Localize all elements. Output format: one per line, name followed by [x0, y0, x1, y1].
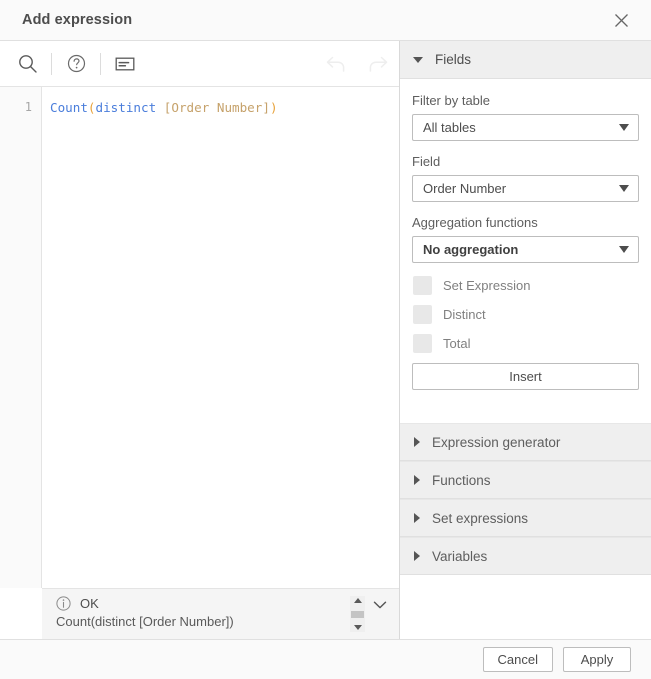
field-value: Order Number: [423, 181, 507, 196]
filter-by-table-select[interactable]: All tables: [412, 114, 639, 141]
status-label: OK: [80, 596, 99, 611]
line-number: 1: [24, 100, 32, 114]
accordion-label-fields: Fields: [435, 52, 472, 67]
checkbox-label-set-expression: Set Expression: [443, 278, 531, 293]
scroll-up-arrow-icon[interactable]: [353, 598, 362, 603]
chevron-down-icon: [619, 124, 629, 131]
status-expression: Count(distinct [Order Number]): [56, 614, 234, 629]
dialog-title: Add expression: [22, 12, 133, 28]
editor-status-bar: OK Count(distinct [Order Number]): [42, 588, 399, 639]
accordion-label-expression-generator: Expression generator: [432, 434, 561, 450]
status-scrollbar[interactable]: [350, 596, 365, 632]
token-function: Count: [50, 100, 88, 115]
aggregation-functions-label: Aggregation functions: [412, 215, 538, 230]
status-controls: [350, 596, 395, 632]
checkbox-set-expression[interactable]: [413, 276, 432, 295]
dialog-body: 1 Count(distinct [Order Number]) OK Coun…: [0, 41, 651, 639]
dialog-footer: Cancel Apply: [0, 639, 651, 679]
checkbox-row-set-expression[interactable]: Set Expression: [412, 276, 639, 295]
accordion-header-variables[interactable]: Variables: [400, 537, 651, 575]
chevron-right-icon: [414, 437, 420, 447]
accordion-label-functions: Functions: [432, 472, 491, 488]
status-row: OK: [56, 596, 350, 611]
side-panel: Fields Filter by table All tables Field …: [400, 41, 651, 639]
redo-arrow-icon[interactable]: [357, 43, 399, 85]
insert-button[interactable]: Insert: [412, 363, 639, 390]
accordion-spacer: [400, 400, 651, 423]
checkbox-label-total: Total: [443, 336, 471, 351]
code-content[interactable]: Count(distinct [Order Number]): [42, 87, 399, 588]
token-open-paren: (: [87, 100, 96, 115]
expression-editor-pane: 1 Count(distinct [Order Number]) OK Coun…: [0, 41, 400, 639]
info-circle-icon: [56, 596, 71, 611]
accordion-label-variables: Variables: [432, 548, 488, 564]
add-expression-dialog: Add expression 1 Count(distinct [Order N…: [0, 0, 651, 679]
toolbar-divider-1: [51, 52, 52, 75]
checkbox-total[interactable]: [413, 334, 432, 353]
filter-by-table-label: Filter by table: [412, 93, 491, 108]
undo-arrow-icon[interactable]: [315, 43, 357, 85]
status-content: OK Count(distinct [Order Number]): [42, 596, 350, 629]
editor-toolbar: [0, 41, 399, 87]
cancel-button[interactable]: Cancel: [482, 647, 553, 672]
chevron-down-icon: [413, 56, 423, 63]
checkbox-row-distinct[interactable]: Distinct: [412, 305, 639, 324]
code-editor[interactable]: 1 Count(distinct [Order Number]): [0, 87, 399, 588]
help-circle-icon[interactable]: [55, 43, 97, 85]
chevron-right-icon: [414, 513, 420, 523]
side-panel-filler: [400, 575, 651, 639]
comment-box-icon[interactable]: [104, 43, 146, 85]
accordion-header-functions[interactable]: Functions: [400, 461, 651, 499]
accordion-header-fields[interactable]: Fields: [400, 41, 651, 79]
accordion-label-set-expressions: Set expressions: [432, 510, 529, 526]
accordion-header-expression-generator[interactable]: Expression generator: [400, 423, 651, 461]
close-icon[interactable]: [605, 4, 637, 36]
chevron-right-icon: [414, 551, 420, 561]
toolbar-divider-2: [100, 52, 101, 75]
aggregation-functions-select[interactable]: No aggregation: [412, 236, 639, 263]
accordion-header-set-expressions[interactable]: Set expressions: [400, 499, 651, 537]
apply-button[interactable]: Apply: [563, 647, 631, 672]
search-icon[interactable]: [6, 43, 48, 85]
fields-section-body: Filter by table All tables Field Order N…: [400, 79, 651, 400]
chevron-right-icon: [414, 475, 420, 485]
scrollbar-thumb[interactable]: [351, 610, 364, 618]
token-field: [Order Number]: [163, 100, 270, 115]
line-number-gutter: 1: [0, 87, 42, 588]
aggregation-functions-value: No aggregation: [423, 242, 519, 257]
token-close-paren: ): [269, 100, 278, 115]
field-label: Field: [412, 154, 441, 169]
chevron-down-icon[interactable]: [369, 596, 391, 614]
chevron-down-icon: [619, 246, 629, 253]
checkbox-row-total[interactable]: Total: [412, 334, 639, 353]
checkbox-distinct[interactable]: [413, 305, 432, 324]
dialog-titlebar: Add expression: [0, 0, 651, 41]
filter-by-table-value: All tables: [423, 120, 476, 135]
token-keyword: distinct: [95, 100, 157, 115]
chevron-down-icon: [619, 185, 629, 192]
field-select[interactable]: Order Number: [412, 175, 639, 202]
checkbox-label-distinct: Distinct: [443, 307, 486, 322]
scroll-down-arrow-icon[interactable]: [353, 625, 362, 630]
